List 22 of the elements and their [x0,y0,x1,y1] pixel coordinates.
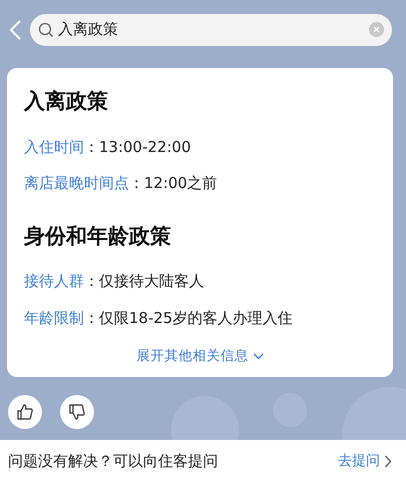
search-bar[interactable]: 入离政策 [30,14,392,46]
thumbs-up-icon [16,403,34,421]
ask-link[interactable]: 去提问 [338,451,392,472]
thumbs-up-button[interactable] [8,395,42,429]
policy-label: 年龄限制 [24,308,84,326]
thumbs-down-button[interactable] [60,395,94,429]
policy-value: ：12:00之前 [129,174,218,192]
section-heading: 身份和年龄政策 [24,222,172,250]
policy-label: 入住时间 [24,138,84,156]
search-field[interactable]: 入离政策 [58,18,365,41]
search-icon [38,22,54,38]
policy-label: 离店最晚时间点 [24,174,129,192]
policy-value: ：仅接待大陆客人 [84,272,204,290]
policy-value: ：13:00-22:00 [84,138,191,156]
thumbs-down-icon [68,403,86,421]
ask-prompt-text: 问题没有解决？可以向住客提问 [8,451,218,472]
chevron-down-icon [252,352,264,360]
policy-label: 接待人群 [24,272,84,290]
chevron-right-icon [384,455,392,468]
section-heading: 入离政策 [24,88,109,115]
expand-link[interactable]: 展开其他相关信息 [136,346,264,366]
policy-value: ：仅限18-25岁的客人办理入住 [84,308,293,326]
